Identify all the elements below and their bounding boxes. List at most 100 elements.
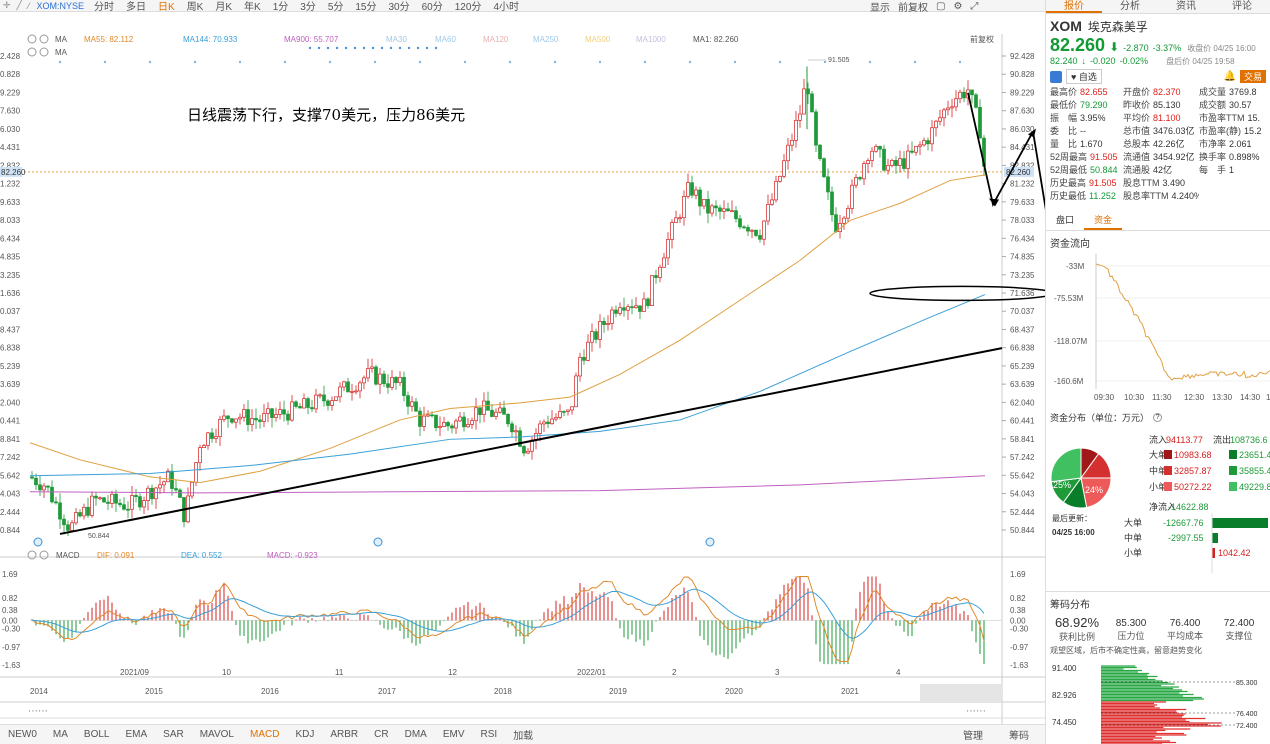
share-icon[interactable] bbox=[1050, 70, 1062, 83]
period-4[interactable]: 月K bbox=[209, 0, 238, 11]
indicator-7[interactable]: KDJ bbox=[287, 729, 322, 740]
event-marker-icon[interactable] bbox=[373, 537, 383, 547]
period-13[interactable]: 4小时 bbox=[487, 0, 525, 11]
ma-legend-item-10: MA1: 82.260 bbox=[693, 35, 739, 44]
indicator-6[interactable]: MACD bbox=[242, 729, 287, 740]
candle-body bbox=[254, 418, 258, 421]
quote-value: 2.061 bbox=[1229, 139, 1252, 149]
indicator-11[interactable]: EMV bbox=[435, 729, 473, 740]
panel-tab-2[interactable]: 资讯 bbox=[1158, 0, 1214, 13]
pointer-icon[interactable]: ✛ bbox=[0, 0, 14, 11]
candle-body bbox=[878, 146, 882, 150]
x-label-top: 2021/09 bbox=[120, 668, 149, 677]
period-5[interactable]: 年K bbox=[238, 0, 267, 11]
x-label-top: 11 bbox=[335, 668, 344, 677]
period-6[interactable]: 1分 bbox=[267, 0, 295, 11]
chip-stats: 68.92% 获利比例 85.300 压力位 76.400 平均成本 72.400 支撑位 bbox=[1046, 615, 1270, 643]
period-3[interactable]: 周K bbox=[181, 0, 210, 11]
ma-legend-item-8: MA500 bbox=[585, 35, 611, 44]
bell-icon[interactable]: 🔔 bbox=[1224, 71, 1236, 82]
indicator-9[interactable]: CR bbox=[366, 729, 396, 740]
candle-body bbox=[738, 218, 742, 228]
candle-body bbox=[58, 502, 62, 520]
chart-area[interactable]: MA MA55: 82.112 MA144: 70.933 MA900: 55.707… bbox=[0, 12, 1045, 724]
candle-body bbox=[914, 145, 918, 153]
candle-body bbox=[102, 497, 106, 503]
indicator-10[interactable]: DMA bbox=[397, 729, 435, 740]
candle-body bbox=[98, 497, 102, 500]
period-11[interactable]: 60分 bbox=[416, 0, 449, 11]
candle-body bbox=[190, 482, 194, 497]
quote-value: 15. bbox=[1247, 113, 1261, 123]
candle-body bbox=[538, 423, 542, 434]
scroll-dots[interactable]: ⋯⋯ bbox=[28, 706, 48, 717]
period-12[interactable]: 120分 bbox=[449, 0, 488, 11]
range-selector[interactable] bbox=[920, 684, 1002, 702]
tab-pankou[interactable]: 盘口 bbox=[1046, 211, 1084, 230]
tab-zijin[interactable]: 资金 bbox=[1084, 211, 1123, 230]
panel-tab-3[interactable]: 评论 bbox=[1214, 0, 1270, 13]
indicator-5[interactable]: MAVOL bbox=[192, 729, 242, 740]
bottom-right-1[interactable]: 筹码 bbox=[1001, 727, 1037, 742]
indicator-4[interactable]: SAR bbox=[155, 729, 192, 740]
bottom-right-0[interactable]: 管理 bbox=[955, 727, 991, 742]
candle-body bbox=[82, 506, 86, 517]
period-0[interactable]: 分时 bbox=[88, 0, 120, 11]
quote-cell: 量 比 1.670 bbox=[1050, 138, 1123, 151]
indicator-13[interactable]: 加载 bbox=[505, 727, 541, 742]
candle-body bbox=[962, 91, 966, 99]
chip-stat: 85.300 压力位 bbox=[1104, 615, 1158, 643]
indicator-1[interactable]: MA bbox=[45, 729, 76, 740]
period-10[interactable]: 30分 bbox=[383, 0, 416, 11]
panel-tabs: 报价 分析 资讯 评论 bbox=[1046, 0, 1270, 14]
fq-label[interactable]: 前复权 bbox=[970, 34, 994, 44]
line-tool-icon[interactable]: ╱ bbox=[14, 0, 25, 11]
period-1[interactable]: 多日 bbox=[120, 0, 152, 11]
candle-body bbox=[354, 390, 358, 393]
candle-body bbox=[314, 394, 318, 410]
period-9[interactable]: 15分 bbox=[349, 0, 382, 11]
fund-flow-chart[interactable]: -33M -75.53M -118.07M -160.6M 09:30 10:30 11:3… bbox=[1046, 254, 1270, 404]
x-label-top: 3 bbox=[775, 668, 780, 677]
dist-title: 资金分布（单位：万元） bbox=[1050, 413, 1150, 423]
indicator-2[interactable]: BOLL bbox=[76, 729, 118, 740]
period-7[interactable]: 3分 bbox=[294, 0, 322, 11]
indicator-3[interactable]: EMA bbox=[117, 729, 155, 740]
event-marker-icon[interactable] bbox=[705, 537, 715, 547]
add-watchlist-button[interactable]: ♥ 自选 bbox=[1066, 69, 1102, 84]
candle-body bbox=[882, 148, 886, 171]
candle-body bbox=[922, 140, 926, 146]
indicator-8[interactable]: ARBR bbox=[322, 729, 366, 740]
fullscreen-icon[interactable]: ⤢ bbox=[970, 1, 978, 12]
settings-icon[interactable]: ⚙ bbox=[953, 1, 962, 12]
quote-row: 历史最高 91.505 股息TTM 3.490 bbox=[1046, 177, 1270, 190]
info-icon[interactable]: ? bbox=[1153, 413, 1163, 422]
quote-cell: 平均价 81.100 bbox=[1123, 112, 1199, 125]
candle-body bbox=[150, 487, 154, 500]
candle-body bbox=[550, 418, 554, 425]
candle-body bbox=[474, 407, 478, 421]
candle-body bbox=[62, 518, 66, 526]
candle-body bbox=[734, 210, 738, 220]
candle-body bbox=[226, 415, 230, 420]
event-marker-icon[interactable] bbox=[33, 537, 43, 547]
panel-tab-0[interactable]: 报价 bbox=[1046, 0, 1102, 13]
quote-cell: 市盈率(静) 15.2 bbox=[1199, 125, 1269, 138]
scroll-dots-right[interactable]: ⋯⋯ bbox=[966, 706, 986, 717]
down-arrow-icon: ⬇ bbox=[1109, 40, 1120, 54]
draw-tool-icon[interactable]: ⁄ bbox=[25, 1, 33, 11]
indicator-12[interactable]: RSI bbox=[473, 729, 506, 740]
indicator-0[interactable]: NEW0 bbox=[0, 729, 45, 740]
macd-left-tick: 1.69 bbox=[2, 570, 18, 579]
candle-body bbox=[610, 309, 614, 324]
panel-tab-1[interactable]: 分析 bbox=[1102, 0, 1158, 13]
period-8[interactable]: 5分 bbox=[322, 0, 350, 11]
trade-button[interactable]: 交易 bbox=[1239, 70, 1266, 83]
period-2[interactable]: 日K bbox=[152, 0, 181, 11]
layout-icon[interactable]: ▢ bbox=[936, 1, 945, 12]
ma-legend-item-7: MA250 bbox=[533, 35, 559, 44]
candle-body bbox=[110, 493, 114, 504]
symbol-label[interactable]: XOM:NYSE bbox=[32, 1, 88, 11]
candle-body bbox=[858, 177, 862, 180]
indicator-bar: NEW0 MA BOLL EMA SAR MAVOL MACD KDJ ARBR CR DMA EMV… bbox=[0, 724, 1045, 744]
